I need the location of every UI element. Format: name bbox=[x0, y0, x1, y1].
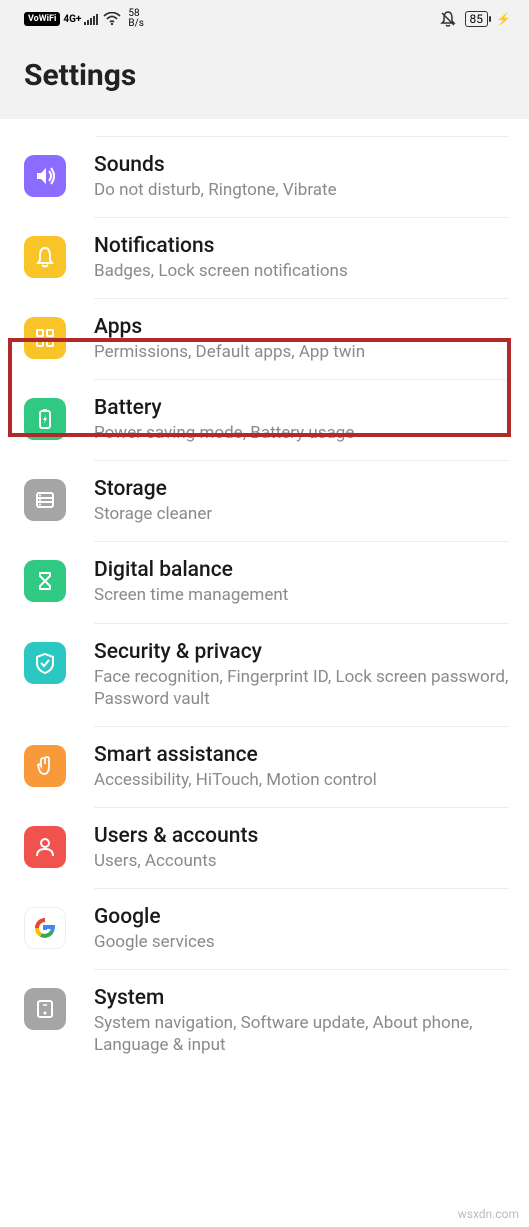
settings-item-security[interactable]: Security & privacyFace recognition, Fing… bbox=[0, 624, 529, 727]
settings-list[interactable]: SoundsDo not disturb, Ringtone, Vibrate … bbox=[0, 119, 529, 1072]
item-title: Smart assistance bbox=[94, 743, 509, 767]
item-subtitle: Google services bbox=[94, 931, 509, 953]
settings-item-users-accounts[interactable]: Users & accountsUsers, Accounts bbox=[0, 808, 529, 889]
charging-icon: ⚡ bbox=[496, 12, 511, 26]
item-title: Apps bbox=[94, 315, 509, 339]
user-icon bbox=[24, 826, 66, 868]
bell-icon bbox=[24, 236, 66, 278]
battery-icon bbox=[24, 398, 66, 440]
hand-icon bbox=[24, 745, 66, 787]
settings-item-storage[interactable]: StorageStorage cleaner bbox=[0, 461, 529, 542]
settings-item-digital-balance[interactable]: Digital balanceScreen time management bbox=[0, 542, 529, 623]
item-title: Digital balance bbox=[94, 558, 509, 582]
sound-icon bbox=[24, 155, 66, 197]
settings-header: Settings bbox=[0, 36, 529, 119]
status-right: 85 ⚡ bbox=[439, 10, 511, 28]
battery-indicator: 85 bbox=[465, 11, 489, 27]
page-title: Settings bbox=[24, 58, 505, 93]
hourglass-icon bbox=[24, 560, 66, 602]
item-title: Users & accounts bbox=[94, 824, 509, 848]
item-title: Battery bbox=[94, 396, 509, 420]
status-left: VoWiFi 4G+ 58 B/s bbox=[24, 9, 144, 29]
signal-icon bbox=[84, 13, 100, 25]
item-subtitle: Badges, Lock screen notifications bbox=[94, 260, 509, 282]
item-title: Security & privacy bbox=[94, 640, 509, 664]
google-icon bbox=[24, 907, 66, 949]
system-icon bbox=[24, 988, 66, 1030]
item-subtitle: Permissions, Default apps, App twin bbox=[94, 341, 509, 363]
item-title: System bbox=[94, 986, 509, 1010]
partial-row bbox=[95, 119, 509, 137]
item-subtitle: Power saving mode, Battery usage bbox=[94, 422, 509, 444]
shield-icon bbox=[24, 642, 66, 684]
item-subtitle: Accessibility, HiTouch, Motion control bbox=[94, 769, 509, 791]
watermark: wsxdn.com bbox=[458, 1207, 519, 1221]
item-subtitle: Screen time management bbox=[94, 584, 509, 606]
network-type: 4G+ bbox=[63, 14, 81, 25]
item-title: Google bbox=[94, 905, 509, 929]
wifi-icon bbox=[103, 12, 121, 26]
settings-item-google[interactable]: GoogleGoogle services bbox=[0, 889, 529, 970]
item-subtitle: Users, Accounts bbox=[94, 850, 509, 872]
settings-item-apps[interactable]: AppsPermissions, Default apps, App twin bbox=[0, 299, 529, 380]
item-subtitle: System navigation, Software update, Abou… bbox=[94, 1012, 509, 1056]
network-speed: 58 B/s bbox=[128, 9, 144, 29]
status-bar: VoWiFi 4G+ 58 B/s 85 ⚡ bbox=[0, 0, 529, 36]
item-subtitle: Storage cleaner bbox=[94, 503, 509, 525]
apps-icon bbox=[24, 317, 66, 359]
settings-item-sounds[interactable]: SoundsDo not disturb, Ringtone, Vibrate bbox=[0, 137, 529, 218]
dnd-icon bbox=[439, 10, 457, 28]
speed-unit: B/s bbox=[128, 19, 144, 29]
item-title: Storage bbox=[94, 477, 509, 501]
settings-item-battery[interactable]: BatteryPower saving mode, Battery usage bbox=[0, 380, 529, 461]
settings-item-smart-assistance[interactable]: Smart assistanceAccessibility, HiTouch, … bbox=[0, 727, 529, 808]
settings-item-notifications[interactable]: NotificationsBadges, Lock screen notific… bbox=[0, 218, 529, 299]
storage-icon bbox=[24, 479, 66, 521]
item-subtitle: Face recognition, Fingerprint ID, Lock s… bbox=[94, 666, 509, 710]
item-title: Sounds bbox=[94, 153, 509, 177]
battery-level: 85 bbox=[470, 12, 484, 26]
settings-item-system[interactable]: SystemSystem navigation, Software update… bbox=[0, 970, 529, 1072]
item-title: Notifications bbox=[94, 234, 509, 258]
vowifi-badge: VoWiFi bbox=[24, 12, 60, 26]
item-subtitle: Do not disturb, Ringtone, Vibrate bbox=[94, 179, 509, 201]
